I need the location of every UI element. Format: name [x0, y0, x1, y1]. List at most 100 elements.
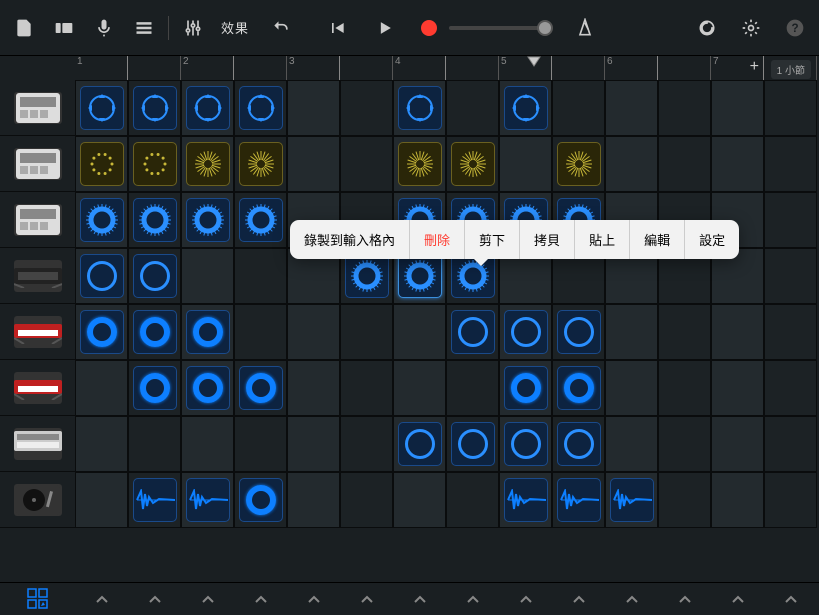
grid-cell[interactable]: [287, 416, 340, 472]
volume-slider[interactable]: [449, 26, 549, 30]
loop-cell[interactable]: [345, 254, 389, 298]
grid-cell[interactable]: [658, 416, 711, 472]
grid-cell[interactable]: [499, 360, 552, 416]
grid-cell[interactable]: [181, 80, 234, 136]
grid-cell[interactable]: [764, 80, 817, 136]
loop-cell[interactable]: [80, 86, 124, 130]
grid-cell[interactable]: [446, 80, 499, 136]
loop-cell[interactable]: [239, 478, 283, 522]
rewind-icon[interactable]: [325, 16, 349, 40]
timeline-ruler[interactable]: 1234567 +1 小節: [75, 56, 819, 80]
file-icon[interactable]: [12, 16, 36, 40]
grid-cell[interactable]: [552, 360, 605, 416]
grid-cell[interactable]: [128, 360, 181, 416]
grid-cell[interactable]: [128, 192, 181, 248]
grid-cell[interactable]: [605, 472, 658, 528]
column-trigger[interactable]: [75, 594, 128, 604]
grid-cell[interactable]: [287, 80, 340, 136]
grid-cell[interactable]: [75, 192, 128, 248]
ctx-settings[interactable]: 設定: [685, 220, 739, 259]
grid-cell[interactable]: [287, 360, 340, 416]
grid-cell[interactable]: [234, 192, 287, 248]
loop-cell[interactable]: [239, 142, 283, 186]
grid-cell[interactable]: [181, 136, 234, 192]
ctx-cut[interactable]: 剪下: [465, 220, 520, 259]
grid-cell[interactable]: [75, 304, 128, 360]
column-trigger[interactable]: [340, 594, 393, 604]
track-header[interactable]: [0, 136, 75, 192]
grid-cell[interactable]: [658, 304, 711, 360]
view-icon[interactable]: [52, 16, 76, 40]
grid-cell[interactable]: [764, 416, 817, 472]
loop-cell[interactable]: [133, 142, 177, 186]
record-button[interactable]: [421, 20, 437, 36]
grid-cell[interactable]: [711, 416, 764, 472]
play-icon[interactable]: [373, 16, 397, 40]
loop-cell[interactable]: [133, 254, 177, 298]
grid-mode-button[interactable]: [0, 583, 75, 615]
grid-cell[interactable]: [234, 248, 287, 304]
loop-cell[interactable]: [610, 478, 654, 522]
loop-cell[interactable]: [80, 310, 124, 354]
grid-cell[interactable]: [499, 304, 552, 360]
grid-cell[interactable]: [340, 472, 393, 528]
loop-cell[interactable]: [398, 142, 442, 186]
grid-cell[interactable]: [393, 416, 446, 472]
track-header[interactable]: [0, 360, 75, 416]
grid-cell[interactable]: [658, 360, 711, 416]
loop-cell[interactable]: [504, 422, 548, 466]
grid-cell[interactable]: [340, 80, 393, 136]
loop-cell[interactable]: [398, 254, 442, 298]
grid-cell[interactable]: [658, 472, 711, 528]
loop-cell[interactable]: [186, 478, 230, 522]
track-header[interactable]: [0, 472, 75, 528]
grid-cell[interactable]: [128, 304, 181, 360]
ctx-delete[interactable]: 刪除: [410, 220, 465, 259]
help-icon[interactable]: ?: [783, 16, 807, 40]
loop-cell[interactable]: [504, 86, 548, 130]
loop-cell[interactable]: [451, 422, 495, 466]
loop-cell[interactable]: [133, 198, 177, 242]
loop-cell[interactable]: [504, 310, 548, 354]
grid-cell[interactable]: [605, 416, 658, 472]
grid-cell[interactable]: [287, 304, 340, 360]
grid-cell[interactable]: [552, 136, 605, 192]
grid-cell[interactable]: [128, 80, 181, 136]
add-section-button[interactable]: +: [750, 58, 759, 76]
loop-cell[interactable]: [239, 198, 283, 242]
grid-cell[interactable]: [446, 304, 499, 360]
track-header[interactable]: [0, 80, 75, 136]
metronome-icon[interactable]: [573, 16, 597, 40]
track-header[interactable]: [0, 416, 75, 472]
loop-cell[interactable]: [451, 142, 495, 186]
loop-cell[interactable]: [186, 142, 230, 186]
grid-cell[interactable]: [75, 472, 128, 528]
grid-cell[interactable]: [393, 472, 446, 528]
track-header[interactable]: [0, 192, 75, 248]
zoom-label[interactable]: 1 小節: [771, 60, 811, 79]
column-trigger[interactable]: [287, 594, 340, 604]
undo-icon[interactable]: [269, 16, 293, 40]
grid-cell[interactable]: [658, 136, 711, 192]
column-trigger[interactable]: [764, 594, 817, 604]
grid-cell[interactable]: [75, 248, 128, 304]
grid-cell[interactable]: [764, 136, 817, 192]
column-trigger[interactable]: [446, 594, 499, 604]
loop-cell[interactable]: [239, 86, 283, 130]
loop-cell[interactable]: [133, 366, 177, 410]
grid-cell[interactable]: [552, 472, 605, 528]
grid-cell[interactable]: [711, 304, 764, 360]
column-trigger[interactable]: [552, 594, 605, 604]
grid-cell[interactable]: [234, 304, 287, 360]
grid-cell[interactable]: [552, 304, 605, 360]
grid-cell[interactable]: [446, 136, 499, 192]
loop-cell[interactable]: [557, 142, 601, 186]
grid-cell[interactable]: [446, 416, 499, 472]
loop-cell[interactable]: [133, 478, 177, 522]
loop-cell[interactable]: [186, 86, 230, 130]
grid-cell[interactable]: [711, 360, 764, 416]
grid-cell[interactable]: [393, 360, 446, 416]
grid-cell[interactable]: [181, 248, 234, 304]
column-trigger[interactable]: [605, 594, 658, 604]
loop-cell[interactable]: [398, 86, 442, 130]
